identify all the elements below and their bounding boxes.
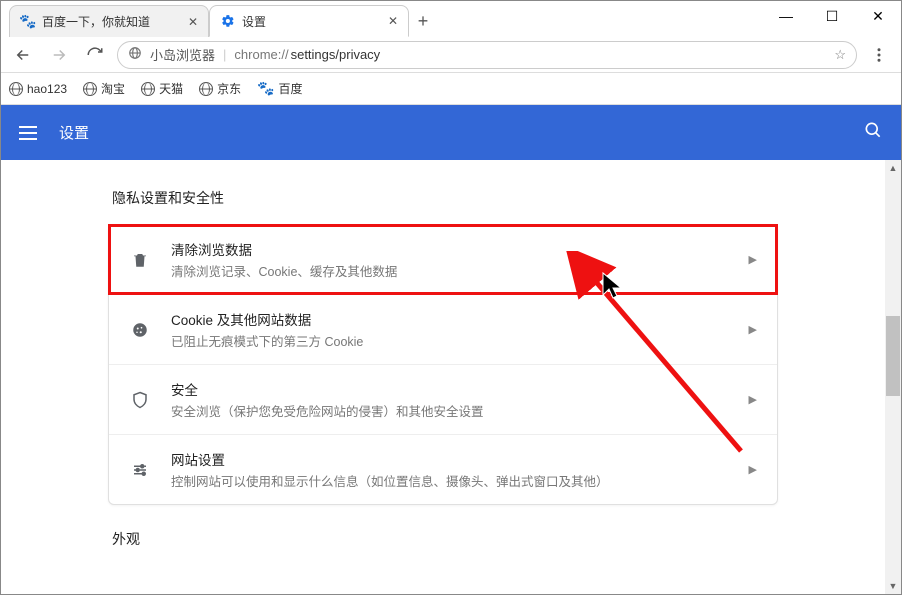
settings-content: 隐私设置和安全性 清除浏览数据 清除浏览记录、Cookie、缓存及其他数据 ▶ <box>1 160 885 594</box>
globe-icon <box>141 82 155 96</box>
scroll-thumb[interactable] <box>886 316 900 396</box>
bookmark-tmall[interactable]: 天猫 <box>141 80 183 97</box>
row-subtitle: 已阻止无痕模式下的第三方 Cookie <box>171 331 729 350</box>
bookmarks-bar: hao123 淘宝 天猫 京东 🐾 百度 <box>1 73 901 105</box>
chevron-right-icon: ▶ <box>749 253 757 266</box>
row-site-settings[interactable]: 网站设置 控制网站可以使用和显示什么信息（如位置信息、摄像头、弹出式窗口及其他）… <box>109 434 777 504</box>
bookmark-label: hao123 <box>27 82 67 96</box>
row-title: 清除浏览数据 <box>171 239 729 259</box>
vertical-scrollbar[interactable]: ▲ ▼ <box>885 160 901 594</box>
close-icon[interactable]: ✕ <box>388 14 398 28</box>
bookmark-jd[interactable]: 京东 <box>199 80 241 97</box>
chevron-right-icon: ▶ <box>749 463 757 476</box>
bookmark-label: 淘宝 <box>101 80 125 97</box>
bookmark-taobao[interactable]: 淘宝 <box>83 80 125 97</box>
privacy-card: 清除浏览数据 清除浏览记录、Cookie、缓存及其他数据 ▶ Cookie 及其… <box>108 224 778 505</box>
bookmark-hao123[interactable]: hao123 <box>9 82 67 96</box>
globe-icon <box>199 82 213 96</box>
chevron-right-icon: ▶ <box>749 393 757 406</box>
tab-title: 百度一下，你就知道 <box>42 13 150 30</box>
row-security[interactable]: 安全 安全浏览（保护您免受危险网站的侵害）和其他安全设置 ▶ <box>109 364 777 434</box>
menu-button[interactable] <box>865 41 893 69</box>
chevron-right-icon: ▶ <box>749 323 757 336</box>
row-cookies[interactable]: Cookie 及其他网站数据 已阻止无痕模式下的第三方 Cookie ▶ <box>109 294 777 364</box>
minimize-button[interactable]: — <box>763 1 809 31</box>
paw-icon: 🐾 <box>20 14 36 30</box>
url-host: chrome:// <box>234 47 288 62</box>
security-label: 小岛浏览器 <box>150 45 215 64</box>
window-controls: — ☐ ✕ <box>763 1 901 31</box>
tab-title: 设置 <box>242 13 266 30</box>
scroll-up-icon[interactable]: ▲ <box>885 160 901 176</box>
gear-icon <box>220 13 236 29</box>
bookmark-baidu[interactable]: 🐾 百度 <box>257 80 302 97</box>
globe-icon <box>9 82 23 96</box>
paw-icon: 🐾 <box>257 80 274 97</box>
row-clear-browsing-data[interactable]: 清除浏览数据 清除浏览记录、Cookie、缓存及其他数据 ▶ <box>109 225 777 294</box>
browser-tab-settings[interactable]: 设置 ✕ <box>209 5 409 37</box>
row-subtitle: 控制网站可以使用和显示什么信息（如位置信息、摄像头、弹出式窗口及其他） <box>171 471 729 490</box>
url-path: settings/privacy <box>291 47 381 62</box>
shield-icon <box>129 391 151 409</box>
row-subtitle: 清除浏览记录、Cookie、缓存及其他数据 <box>171 261 729 280</box>
row-title: Cookie 及其他网站数据 <box>171 309 729 329</box>
reload-button[interactable] <box>81 41 109 69</box>
settings-header: 设置 <box>1 105 901 160</box>
close-window-button[interactable]: ✕ <box>855 1 901 31</box>
forward-button[interactable] <box>45 41 73 69</box>
row-title: 安全 <box>171 379 729 399</box>
scroll-down-icon[interactable]: ▼ <box>885 578 901 594</box>
maximize-button[interactable]: ☐ <box>809 1 855 31</box>
back-button[interactable] <box>9 41 37 69</box>
address-bar[interactable]: 小岛浏览器 | chrome://settings/privacy ☆ <box>117 41 857 69</box>
row-subtitle: 安全浏览（保护您免受危险网站的侵害）和其他安全设置 <box>171 401 729 420</box>
bookmark-label: 京东 <box>217 80 241 97</box>
globe-icon <box>83 82 97 96</box>
bookmark-label: 百度 <box>279 80 303 97</box>
sliders-icon <box>129 461 151 479</box>
bookmark-label: 天猫 <box>159 80 183 97</box>
window-titlebar: 🐾 百度一下，你就知道 ✕ 设置 ✕ + — ☐ ✕ <box>1 1 901 37</box>
trash-icon <box>129 251 151 269</box>
cookie-icon <box>129 321 151 339</box>
search-icon[interactable] <box>863 120 883 145</box>
browser-tab-baidu[interactable]: 🐾 百度一下，你就知道 ✕ <box>9 5 209 37</box>
menu-icon[interactable] <box>19 126 37 140</box>
site-info-icon[interactable] <box>128 46 142 63</box>
page-title: 设置 <box>59 122 89 143</box>
row-title: 网站设置 <box>171 449 729 469</box>
bookmark-star-icon[interactable]: ☆ <box>834 47 846 63</box>
close-icon[interactable]: ✕ <box>188 15 198 29</box>
scroll-track[interactable] <box>885 176 901 578</box>
section-title-appearance: 外观 <box>108 529 778 549</box>
new-tab-button[interactable]: + <box>409 7 437 35</box>
section-title-privacy: 隐私设置和安全性 <box>108 188 778 208</box>
browser-toolbar: 小岛浏览器 | chrome://settings/privacy ☆ <box>1 37 901 73</box>
